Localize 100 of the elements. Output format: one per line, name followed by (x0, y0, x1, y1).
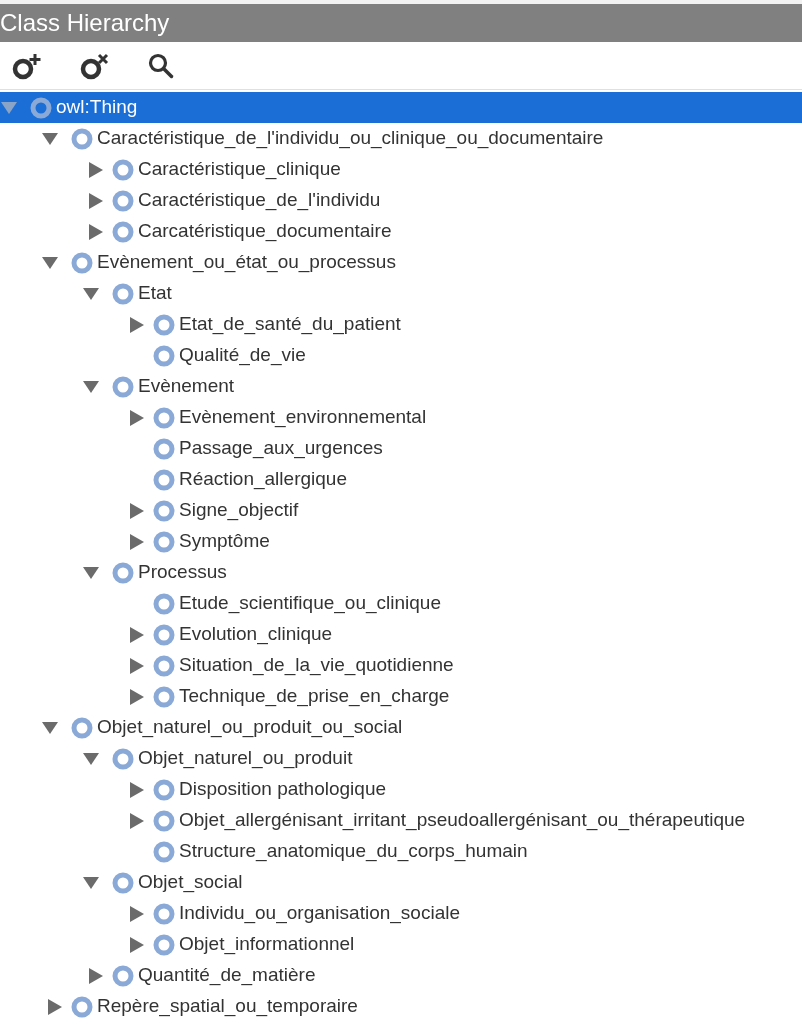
tree-row[interactable]: Evolution_clinique (0, 619, 802, 650)
class-label: Réaction_allergique (179, 467, 347, 492)
tree-row[interactable]: Symptôme (0, 526, 802, 557)
expand-arrow-icon[interactable] (129, 625, 145, 644)
tree-row[interactable]: Situation_de_la_vie_quotidienne (0, 650, 802, 681)
class-icon (153, 437, 175, 460)
class-label: Symptôme (179, 529, 270, 554)
class-icon (71, 251, 93, 274)
tree-row[interactable]: Passage_aux_urgences (0, 433, 802, 464)
class-label: Evènement (138, 374, 235, 399)
class-icon (112, 282, 134, 305)
class-icon (153, 623, 175, 646)
tree-row[interactable]: Etat_de_santé_du_patient (0, 309, 802, 340)
tree-row[interactable]: Evènement_ou_état_ou_processus (0, 247, 802, 278)
tree-row[interactable]: Evènement_environnemental (0, 402, 802, 433)
tree-row[interactable]: Réaction_allergique (0, 464, 802, 495)
collapse-arrow-icon[interactable] (82, 565, 100, 580)
class-label: Qualité_de_vie (179, 343, 306, 368)
expand-arrow-icon[interactable] (129, 687, 145, 706)
expand-arrow-icon[interactable] (129, 315, 145, 334)
expand-arrow-icon[interactable] (129, 532, 145, 551)
class-icon (153, 406, 175, 429)
collapse-arrow-icon[interactable] (41, 720, 59, 735)
class-icon (153, 809, 175, 832)
tree-row[interactable]: Etude_scientifique_ou_clinique (0, 588, 802, 619)
expand-arrow-icon[interactable] (47, 997, 63, 1016)
expand-arrow-icon[interactable] (129, 811, 145, 830)
class-label: Individu_ou_organisation_sociale (179, 901, 460, 926)
class-icon (112, 561, 134, 584)
collapse-arrow-icon[interactable] (82, 875, 100, 890)
class-icon (112, 189, 134, 212)
class-icon (153, 840, 175, 863)
class-label: Processus (138, 560, 227, 585)
collapse-arrow-icon[interactable] (41, 131, 59, 146)
tree-row[interactable]: Signe_objectif (0, 495, 802, 526)
class-icon (153, 685, 175, 708)
class-icon (112, 964, 134, 987)
class-label: owl:Thing (56, 95, 138, 120)
expand-arrow-icon[interactable] (129, 904, 145, 923)
expand-arrow-icon[interactable] (129, 501, 145, 520)
class-label: Carcatéristique_documentaire (138, 219, 392, 244)
class-icon (153, 654, 175, 677)
class-label: Etat_de_santé_du_patient (179, 312, 401, 337)
collapse-arrow-icon[interactable] (82, 286, 100, 301)
expand-arrow-icon[interactable] (129, 780, 145, 799)
search-icon[interactable] (147, 51, 175, 80)
tree-row[interactable]: Etat (0, 278, 802, 309)
class-label: Objet_naturel_ou_produit_ou_social (97, 715, 403, 740)
class-label: Caractéristique_de_l'individu_ou_clinique_ou_documentaire (97, 126, 604, 151)
expand-arrow-icon[interactable] (129, 935, 145, 954)
class-icon (153, 902, 175, 925)
class-icon (153, 344, 175, 367)
tree-row[interactable]: Caractéristique_de_l'individu_ou_clinique_ou_documentaire (0, 123, 802, 154)
class-label: Evènement_environnemental (179, 405, 427, 430)
class-label: Evolution_clinique (179, 622, 333, 647)
tree-row[interactable]: Qualité_de_vie (0, 340, 802, 371)
class-label: Disposition pathologique (179, 777, 387, 802)
class-icon (153, 530, 175, 553)
class-icon (112, 747, 134, 770)
class-icon (71, 995, 93, 1018)
tree-row[interactable]: Objet_allergénisant_irritant_pseudoallergénisant_ou_thérapeutique (0, 805, 802, 836)
class-label: Objet_naturel_ou_produit (138, 746, 353, 771)
class-label: Repère_spatial_ou_temporaire (97, 994, 358, 1019)
class-icon (30, 96, 52, 119)
tree-row[interactable]: Objet_informationnel (0, 929, 802, 960)
tree-row[interactable]: Evènement (0, 371, 802, 402)
class-icon (153, 933, 175, 956)
class-icon (71, 716, 93, 739)
tree-row[interactable]: Caractéristique_clinique (0, 154, 802, 185)
class-label: Evènement_ou_état_ou_processus (97, 250, 396, 275)
class-label: Caractéristique_de_l'individu (138, 188, 381, 213)
class-icon (153, 592, 175, 615)
collapse-arrow-icon[interactable] (82, 379, 100, 394)
tree-row[interactable]: Technique_de_prise_en_charge (0, 681, 802, 712)
class-label: Situation_de_la_vie_quotidienne (179, 653, 454, 678)
tree-row[interactable]: Disposition pathologique (0, 774, 802, 805)
tree-row[interactable]: Objet_naturel_ou_produit (0, 743, 802, 774)
tree-row[interactable]: Processus (0, 557, 802, 588)
class-label: Objet_social (138, 870, 243, 895)
tree-row[interactable]: Structure_anatomique_du_corps_humain (0, 836, 802, 867)
class-icon (71, 127, 93, 150)
tree-row[interactable]: Caractéristique_de_l'individu (0, 185, 802, 216)
expand-arrow-icon[interactable] (88, 191, 104, 210)
tree-row[interactable]: Repère_spatial_ou_temporaire (0, 991, 802, 1022)
tree-row[interactable]: Individu_ou_organisation_sociale (0, 898, 802, 929)
expand-arrow-icon[interactable] (129, 656, 145, 675)
tree-row[interactable]: Carcatéristique_documentaire (0, 216, 802, 247)
class-icon (112, 871, 134, 894)
tree-row[interactable]: owl:Thing (0, 92, 802, 123)
tree-row[interactable]: Objet_social (0, 867, 802, 898)
expand-arrow-icon[interactable] (88, 222, 104, 241)
class-icon (112, 375, 134, 398)
tree-row[interactable]: Quantité_de_matière (0, 960, 802, 991)
expand-arrow-icon[interactable] (88, 966, 104, 985)
collapse-arrow-icon[interactable] (82, 751, 100, 766)
tree-row[interactable]: Objet_naturel_ou_produit_ou_social (0, 712, 802, 743)
expand-arrow-icon[interactable] (88, 160, 104, 179)
collapse-arrow-icon[interactable] (41, 255, 59, 270)
expand-arrow-icon[interactable] (129, 408, 145, 427)
class-label: Etat (138, 281, 172, 306)
